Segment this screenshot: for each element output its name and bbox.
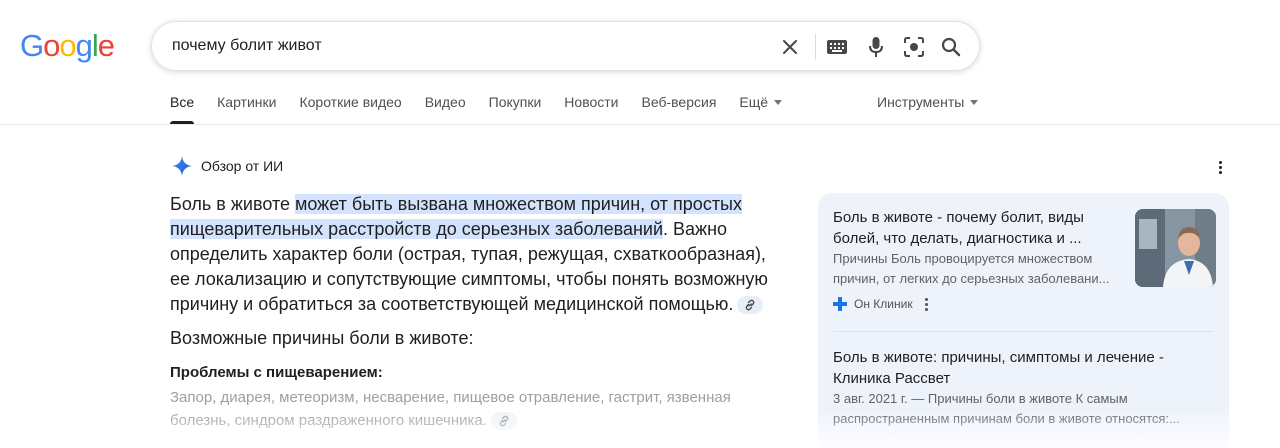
- digestion-text: Запор, диарея, метеоризм, несварение, пи…: [170, 386, 780, 432]
- causes-heading: Возможные причины боли в животе:: [170, 328, 474, 348]
- answer-start: Боль в животе: [170, 194, 295, 214]
- search-icon[interactable]: [939, 35, 963, 59]
- tab-shopping[interactable]: Покупки: [489, 94, 542, 124]
- card-divider: [833, 331, 1214, 332]
- digestion-text-body: Запор, диарея, метеоризм, несварение, пи…: [170, 389, 731, 429]
- source-1-thumbnail[interactable]: [1135, 209, 1216, 287]
- tab-more-label: Ещё: [739, 94, 769, 110]
- source-2-snippet: 3 авг. 2021 г. — Причины боли в животе К…: [833, 391, 1180, 426]
- mic-icon[interactable]: [864, 35, 888, 59]
- lens-icon[interactable]: [902, 35, 926, 59]
- chevron-down-icon: [774, 99, 783, 105]
- logo-letter: e: [97, 28, 115, 63]
- tools-label: Инструменты: [877, 94, 965, 110]
- source-1-site[interactable]: Он Клиник: [833, 297, 928, 311]
- logo-letter: G: [20, 28, 44, 63]
- search-divider: [815, 34, 816, 60]
- link-icon: [499, 415, 509, 427]
- source-2-title[interactable]: Боль в животе: причины, симптомы и лечен…: [833, 347, 1203, 389]
- tab-videos[interactable]: Видео: [425, 94, 466, 124]
- tab-short-videos[interactable]: Короткие видео: [299, 94, 401, 124]
- tab-images[interactable]: Картинки: [217, 94, 276, 124]
- more-options-icon[interactable]: [924, 297, 928, 311]
- source-1-site-name: Он Клиник: [854, 297, 913, 311]
- clear-icon[interactable]: [778, 35, 802, 59]
- tab-more[interactable]: Ещё: [739, 94, 783, 124]
- logo-letter: g: [75, 28, 93, 63]
- chevron-down-icon: [970, 99, 979, 105]
- source-1-title[interactable]: Боль в животе - почему болит, виды болей…: [833, 207, 1128, 249]
- google-logo[interactable]: Google: [20, 28, 115, 64]
- logo-letter: o: [59, 28, 76, 63]
- ai-overview-header: Обзор от ИИ: [172, 156, 283, 176]
- tab-web[interactable]: Веб-версия: [642, 94, 717, 124]
- nav-divider: [0, 124, 1280, 125]
- sparkle-icon: [172, 156, 192, 176]
- search-tabs: Все Картинки Короткие видео Видео Покупк…: [170, 94, 805, 124]
- source-1-snippet: Причины Боль провоцируется множеством пр…: [833, 251, 1110, 286]
- ai-answer: Боль в животе может быть вызвана множест…: [170, 192, 780, 317]
- more-options-icon[interactable]: [1211, 158, 1229, 176]
- keyboard-icon[interactable]: [825, 35, 849, 59]
- source-link-chip[interactable]: [737, 296, 764, 315]
- tools-button[interactable]: Инструменты: [877, 94, 979, 110]
- tab-news[interactable]: Новости: [564, 94, 618, 124]
- tab-all[interactable]: Все: [170, 94, 195, 124]
- search-box: [151, 21, 980, 71]
- sources-panel: Боль в животе - почему болит, виды болей…: [818, 193, 1229, 448]
- clinic-logo-icon: [833, 297, 847, 311]
- source-link-chip[interactable]: [490, 412, 517, 431]
- search-input[interactable]: [172, 22, 772, 70]
- ai-overview-title: Обзор от ИИ: [201, 158, 284, 174]
- link-icon: [746, 299, 755, 311]
- logo-letter: o: [43, 28, 60, 63]
- digestion-heading: Проблемы с пищеварением:: [170, 364, 383, 381]
